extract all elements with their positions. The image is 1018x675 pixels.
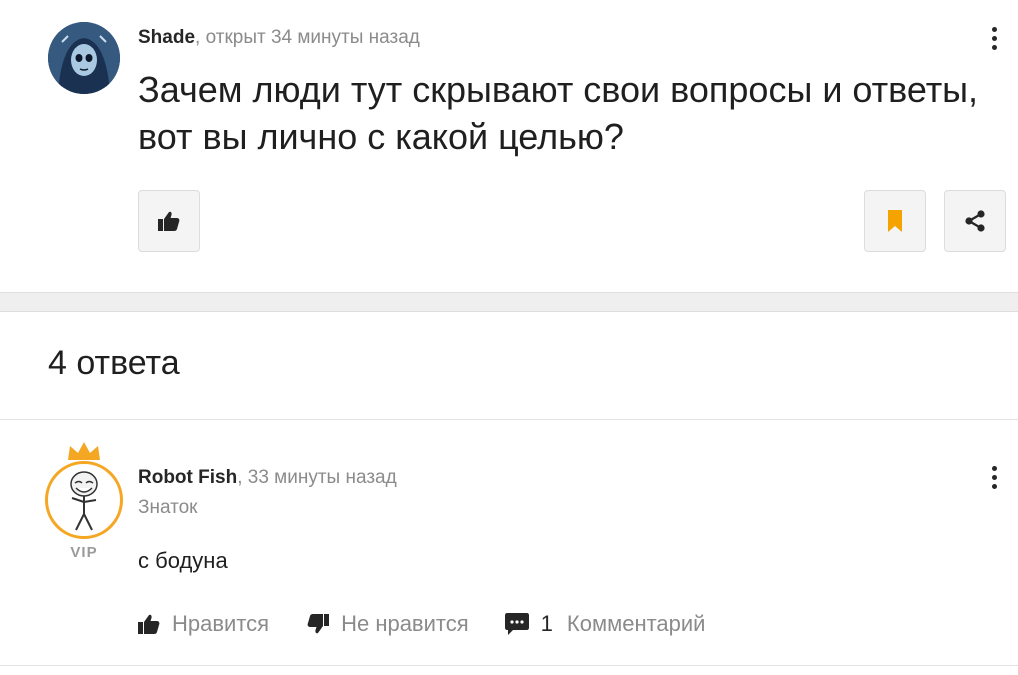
dislike-label: Не нравится (341, 611, 469, 636)
thumbs-up-icon (138, 614, 160, 634)
bookmark-icon (888, 210, 902, 232)
bookmark-button[interactable] (864, 190, 926, 252)
answer-time: , 33 минуты назад (237, 467, 397, 488)
comment-count: 1 (540, 611, 553, 636)
like-answer-button[interactable]: Нравится (138, 611, 269, 637)
answers-divider (0, 419, 1018, 420)
answers-count-title: 4 ответа (48, 344, 180, 382)
answer-author-name[interactable]: Robot Fish (138, 467, 237, 488)
question-author-avatar[interactable] (48, 22, 120, 94)
share-button[interactable] (944, 190, 1006, 252)
more-vertical-icon[interactable] (982, 24, 1006, 52)
section-divider (0, 292, 1018, 312)
crown-icon (68, 442, 100, 460)
answer-text: с бодуна (138, 548, 228, 573)
share-icon (965, 210, 985, 232)
thumbs-down-icon (307, 614, 330, 634)
answer-author-avatar-block[interactable]: VIP (44, 440, 124, 561)
answer-author-avatar[interactable] (45, 461, 123, 539)
comment-icon (504, 613, 529, 635)
comments-button[interactable]: 1 Комментарий (504, 611, 706, 637)
like-question-button[interactable] (138, 190, 200, 252)
like-label: Нравится (172, 611, 270, 636)
more-vertical-icon[interactable] (982, 463, 1006, 491)
answer-actions: Нравится Не нравится 1 Комментарий (138, 608, 705, 640)
vip-badge: VIP (70, 544, 98, 561)
thumbs-up-icon (158, 211, 180, 231)
question-text: Зачем люди тут скрывают свои вопросы и о… (138, 69, 979, 157)
question-meta: Shade, открыт 34 минуты назад (138, 27, 420, 49)
question-time: , открыт 34 минуты назад (195, 27, 420, 48)
answer-author-rank: Знаток (138, 497, 198, 518)
question-card: Shade, открыт 34 минуты назад Зачем люди… (0, 0, 1018, 292)
comment-label: Комментарий (566, 611, 706, 636)
answer-bottom-divider (0, 665, 1018, 666)
question-author-name[interactable]: Shade (138, 27, 195, 48)
answer-meta: Robot Fish, 33 минуты назад (138, 467, 397, 489)
dislike-answer-button[interactable]: Не нравится (307, 611, 469, 637)
